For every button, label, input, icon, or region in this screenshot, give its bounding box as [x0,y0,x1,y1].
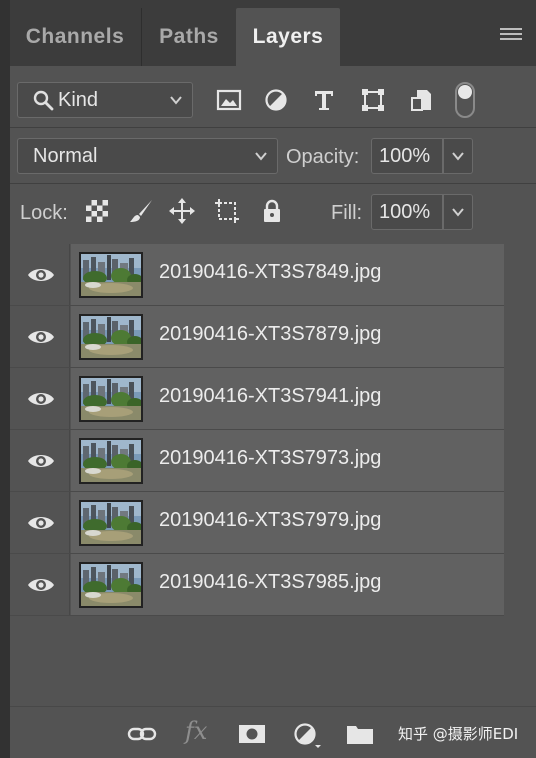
visibility-toggle[interactable] [10,244,70,305]
visibility-toggle[interactable] [10,554,70,615]
layer-thumbnail[interactable] [79,438,143,484]
layer-name[interactable]: 20190416-XT3S7941.jpg [159,385,381,408]
filter-kind-dropdown[interactable]: Kind [17,82,193,118]
eye-icon [28,269,54,281]
blend-mode-value: Normal [33,144,98,167]
tab-channels[interactable]: Channels [10,8,140,66]
eye-icon [28,331,54,343]
type-filter-icon[interactable] [310,86,338,114]
layer-name[interactable]: 20190416-XT3S7879.jpg [159,323,381,346]
layer-thumbnail[interactable] [79,562,143,608]
tab-layers[interactable]: Layers [236,8,340,66]
blend-mode-dropdown[interactable]: Normal [17,138,278,174]
layer-body[interactable]: 20190416-XT3S7941.jpg [71,368,504,429]
layer-row[interactable]: 20190416-XT3S7941.jpg [10,368,504,430]
adjustment-layer-icon[interactable] [291,720,321,748]
layer-thumbnail[interactable] [79,252,143,298]
fill-dropdown-button[interactable] [443,194,473,230]
panel-tab-bar: Channels Paths Layers [10,0,536,66]
layer-row[interactable]: 20190416-XT3S7979.jpg [10,492,504,554]
smart-object-filter-icon[interactable] [408,86,436,114]
adjustment-filter-icon[interactable] [262,86,290,114]
visibility-toggle[interactable] [10,306,70,367]
lock-label: Lock: [20,202,68,224]
layer-body[interactable]: 20190416-XT3S7973.jpg [71,430,504,491]
eye-icon [28,517,54,529]
left-edge [0,0,10,758]
layer-name[interactable]: 20190416-XT3S7849.jpg [159,261,381,284]
lock-image-pixels-icon[interactable] [127,197,155,225]
search-icon [33,90,54,111]
shape-filter-icon[interactable] [359,86,387,114]
eye-icon [28,393,54,405]
visibility-toggle[interactable] [10,492,70,553]
fill-input[interactable]: 100% [371,194,443,230]
layer-row[interactable]: 20190416-XT3S7985.jpg [10,554,504,616]
opacity-dropdown-button[interactable] [443,138,473,174]
opacity-input[interactable]: 100% [371,138,443,174]
chevron-down-icon [170,96,182,105]
layer-body[interactable]: 20190416-XT3S7979.jpg [71,492,504,553]
toggle-knob [458,85,472,99]
layer-row[interactable]: 20190416-XT3S7973.jpg [10,430,504,492]
layer-mask-icon[interactable] [237,720,267,748]
layer-name[interactable]: 20190416-XT3S7985.jpg [159,571,381,594]
chevron-down-icon [452,152,464,161]
panel-menu-icon[interactable] [500,28,522,42]
layer-name[interactable]: 20190416-XT3S7973.jpg [159,447,381,470]
eye-icon [28,455,54,467]
eye-icon [28,579,54,591]
prevent-autonest-icon[interactable] [213,197,241,225]
lock-position-icon[interactable] [168,197,196,225]
chevron-down-icon [452,208,464,217]
visibility-toggle[interactable] [10,368,70,429]
layer-body[interactable]: 20190416-XT3S7985.jpg [71,554,504,615]
fx-icon[interactable]: fx [185,717,207,745]
lock-all-icon[interactable] [258,197,286,225]
divider [10,183,536,184]
watermark-text: 知乎 @摄影师EDI [398,725,519,743]
filter-kind-label: Kind [58,88,99,111]
divider [10,127,536,128]
fill-label: Fill: [331,202,363,224]
layer-thumbnail[interactable] [79,500,143,546]
layer-thumbnail[interactable] [79,314,143,360]
chevron-down-icon [255,152,267,161]
layer-row[interactable]: 20190416-XT3S7849.jpg [10,244,504,306]
tab-paths[interactable]: Paths [142,8,236,66]
layer-body[interactable]: 20190416-XT3S7849.jpg [71,244,504,305]
layer-row[interactable]: 20190416-XT3S7879.jpg [10,306,504,368]
opacity-label: Opacity: [286,146,360,168]
image-filter-icon[interactable] [215,86,243,114]
lock-transparent-pixels-icon[interactable] [83,197,111,225]
layer-thumbnail[interactable] [79,376,143,422]
scrollbar-track[interactable] [504,244,536,616]
layer-body[interactable]: 20190416-XT3S7879.jpg [71,306,504,367]
layer-name[interactable]: 20190416-XT3S7979.jpg [159,509,381,532]
group-folder-icon[interactable] [345,720,375,748]
visibility-toggle[interactable] [10,430,70,491]
link-layers-icon[interactable] [127,720,157,748]
layers-list: 20190416-XT3S7849.jpg 20190416-XT3S7879.… [10,244,504,616]
filter-toggle-switch[interactable] [455,82,475,118]
